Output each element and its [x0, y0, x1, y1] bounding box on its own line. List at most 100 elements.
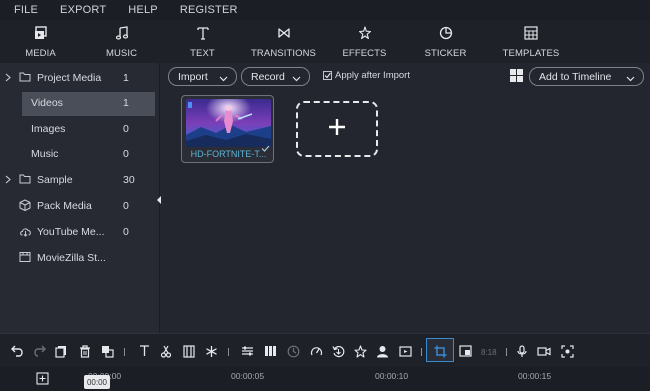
svg-text:8:18: 8:18 — [481, 348, 497, 356]
scissors-split-icon[interactable] — [159, 344, 173, 358]
adjust-sliders-icon[interactable] — [240, 344, 254, 358]
camera-record-icon[interactable] — [537, 344, 551, 358]
sidebar-item-project-media[interactable]: Project Media 1 — [0, 67, 160, 89]
sidebar-item-music[interactable]: Music 0 — [0, 143, 160, 165]
sidebar-item-label: Videos — [31, 97, 63, 109]
tab-text-label: TEXT — [190, 48, 215, 59]
tab-effects[interactable]: EFFECTS — [324, 20, 405, 63]
redo-icon[interactable] — [32, 344, 46, 358]
media-library-panel: Import Record Apply after Import Add to … — [161, 63, 650, 333]
tab-music-label: MUSIC — [105, 48, 138, 59]
toolbar-separator — [421, 348, 422, 356]
sidebar-item-count: 1 — [123, 72, 129, 84]
star-effect-icon[interactable] — [353, 344, 367, 358]
export-frame-icon[interactable] — [398, 344, 412, 358]
music-note-icon — [113, 25, 131, 41]
toolbar-separator — [124, 348, 125, 356]
columns-icon[interactable] — [263, 344, 277, 358]
crop-icon[interactable] — [433, 344, 447, 358]
timeline-ruler[interactable]: 00:00:00 00:00:05 00:00:10 00:00:15 00:0… — [0, 367, 650, 391]
media-item-thumbnail[interactable]: HD-FORTNITE-T... — [181, 95, 274, 163]
tab-sticker-label: STICKER — [424, 48, 467, 59]
screen-record-icon[interactable] — [560, 344, 574, 358]
tab-transitions-label: TRANSITIONS — [251, 48, 316, 59]
sidebar-item-moviezilla-stock[interactable]: MovieZilla St... — [0, 247, 160, 269]
video-thumbnail-image — [186, 99, 271, 147]
add-track-icon[interactable] — [36, 372, 49, 390]
menu-help[interactable]: HELP — [128, 4, 158, 16]
copy-icon[interactable] — [54, 344, 68, 358]
chevron-right-icon[interactable] — [5, 175, 11, 187]
apply-after-import-checkbox[interactable]: Apply after Import — [323, 70, 410, 81]
chevron-down-icon — [292, 73, 301, 85]
playhead-marker[interactable]: 00:00 — [84, 375, 110, 389]
crop-frame-icon[interactable] — [182, 344, 196, 358]
tab-effects-label: EFFECTS — [342, 48, 387, 59]
sidebar-item-label: Images — [31, 123, 66, 135]
menu-register[interactable]: REGISTER — [180, 4, 238, 16]
main-tabs: MEDIA MUSIC TEXT TRANSITIONS EFFECTS STI… — [0, 20, 650, 63]
apply-after-import-label: Apply after Import — [335, 70, 410, 81]
cloud-download-icon — [19, 226, 32, 240]
timeline-tick-label: 00:00:10 — [375, 371, 409, 381]
rotate-icon[interactable] — [331, 344, 345, 358]
sidebar-item-label: MovieZilla St... — [37, 252, 106, 264]
tab-media[interactable]: MEDIA — [0, 20, 81, 63]
menu-file[interactable]: FILE — [14, 4, 38, 16]
chevron-right-icon[interactable] — [5, 73, 11, 85]
sidebar-item-count: 30 — [123, 174, 135, 186]
import-dropdown[interactable]: Import — [168, 67, 237, 86]
timeline-tick-label: 00:00:05 — [231, 371, 265, 381]
plus-icon — [328, 118, 346, 141]
add-media-button[interactable] — [296, 101, 378, 157]
editing-toolbar: 8:18 — [0, 333, 650, 367]
checkbox-checked-icon — [323, 71, 332, 80]
media-file-name: HD-FORTNITE-T... — [190, 149, 267, 159]
sidebar-item-count: 0 — [123, 123, 129, 135]
picture-in-picture-icon[interactable] — [458, 344, 472, 358]
import-label: Import — [178, 70, 208, 83]
microphone-icon[interactable] — [515, 344, 529, 358]
media-sidebar: Project Media 1 Videos 1 Images 0 Music … — [0, 63, 161, 333]
clock-duration-icon[interactable] — [286, 344, 300, 358]
sidebar-item-label: Pack Media — [37, 200, 92, 212]
tab-sticker[interactable]: STICKER — [405, 20, 486, 63]
sidebar-item-count: 0 — [123, 226, 129, 238]
sidebar-item-label: Project Media — [37, 72, 102, 84]
media-icon — [32, 25, 50, 41]
sidebar-item-label: Music — [31, 148, 59, 160]
replace-icon[interactable] — [100, 344, 114, 358]
tab-text[interactable]: TEXT — [162, 20, 243, 63]
speed-gauge-icon[interactable] — [309, 344, 323, 358]
undo-icon[interactable] — [10, 344, 24, 358]
text-tool-icon[interactable] — [137, 344, 151, 358]
timeline-tick-label: 00:00:15 — [518, 371, 552, 381]
grid-view-icon[interactable] — [510, 69, 523, 82]
freeze-snowflake-icon[interactable] — [204, 344, 218, 358]
sidebar-item-images[interactable]: Images 0 — [0, 118, 160, 140]
sidebar-item-count: 0 — [123, 200, 129, 212]
chevron-down-icon — [626, 73, 635, 85]
chevron-down-icon — [219, 73, 228, 85]
tab-transitions[interactable]: TRANSITIONS — [243, 20, 324, 63]
text-t-icon — [194, 25, 212, 41]
sidebar-item-videos[interactable]: Videos 1 — [0, 92, 160, 116]
record-label: Record — [251, 70, 285, 83]
record-dropdown[interactable]: Record — [241, 67, 310, 86]
effects-sparkle-icon — [356, 25, 374, 41]
sidebar-item-sample[interactable]: Sample 30 — [0, 169, 160, 191]
sidebar-item-pack-media[interactable]: Pack Media 0 — [0, 195, 160, 217]
tab-media-label: MEDIA — [25, 48, 56, 59]
transitions-bowtie-icon — [275, 25, 293, 41]
add-to-timeline-label: Add to Timeline — [539, 70, 612, 83]
menu-export[interactable]: EXPORT — [60, 4, 106, 16]
tab-music[interactable]: MUSIC — [81, 20, 162, 63]
sidebar-item-youtube-media[interactable]: YouTube Me... 0 — [0, 221, 160, 243]
person-portrait-icon[interactable] — [375, 344, 389, 358]
add-to-timeline-dropdown[interactable]: Add to Timeline — [529, 67, 644, 86]
aspect-ratio-icon[interactable]: 8:18 — [480, 344, 498, 358]
tab-templates[interactable]: TEMPLATES — [486, 20, 576, 63]
delete-trash-icon[interactable] — [78, 344, 92, 358]
toolbar-separator — [228, 348, 229, 356]
folder-icon — [19, 72, 31, 85]
